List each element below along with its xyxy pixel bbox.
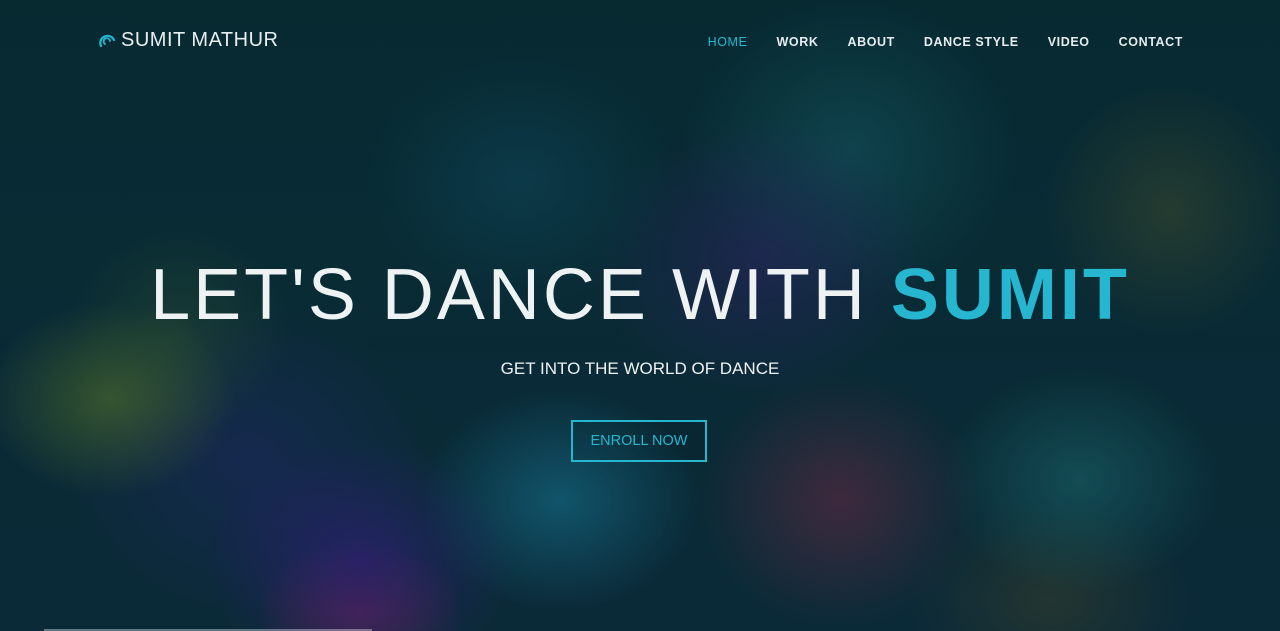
nav-menu: HOME WORK ABOUT DANCE STYLE VIDEO CONTAC…	[679, 33, 1183, 51]
hero-headline: LET'S DANCE WITH SUMIT	[0, 252, 1280, 338]
headline-main-text: LET'S DANCE WITH	[150, 255, 891, 335]
nav-item-video[interactable]: VIDEO	[1048, 35, 1090, 49]
brand-name: SUMIT MATHUR	[121, 29, 279, 51]
swirl-logo-icon	[99, 34, 116, 47]
nav-item-about[interactable]: ABOUT	[847, 35, 894, 49]
hero-subtitle: GET INTO THE WORLD OF DANCE	[500, 359, 780, 378]
hero-section: SUMIT MATHUR HOME WORK ABOUT DANCE STYLE…	[0, 0, 1280, 631]
nav-item-home[interactable]: HOME	[708, 35, 748, 49]
nav-item-work[interactable]: WORK	[776, 35, 818, 49]
navbar: SUMIT MATHUR HOME WORK ABOUT DANCE STYLE…	[0, 0, 1280, 80]
nav-item-contact[interactable]: CONTACT	[1119, 35, 1183, 49]
nav-item-dance-style[interactable]: DANCE STYLE	[924, 35, 1019, 49]
enroll-now-button[interactable]: ENROLL NOW	[571, 420, 707, 462]
headline-accent-text: SUMIT	[890, 255, 1130, 335]
brand-logo[interactable]: SUMIT MATHUR	[97, 29, 278, 52]
